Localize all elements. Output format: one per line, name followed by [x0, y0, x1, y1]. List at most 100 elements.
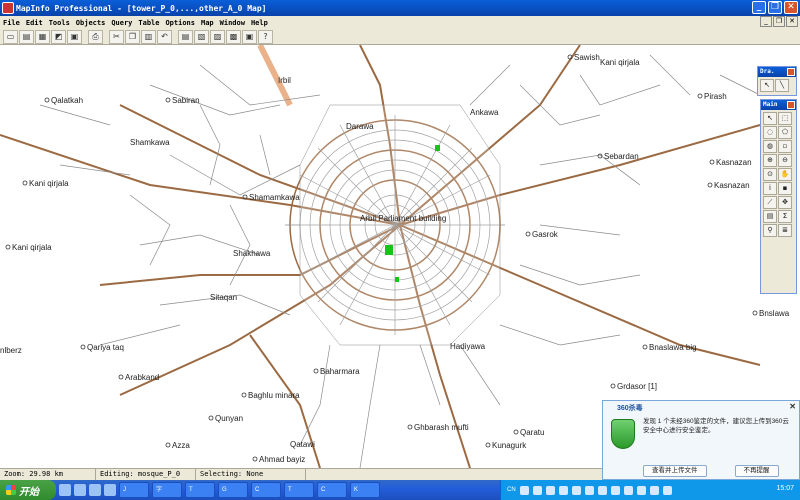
radius-select-icon[interactable]: ◌: [763, 126, 777, 139]
taskbar-button[interactable]: G: [218, 482, 248, 498]
taskbar-button[interactable]: T: [284, 482, 314, 498]
notification-title: 360杀毒: [617, 405, 643, 412]
tray-icon[interactable]: [532, 485, 542, 495]
drag-window-icon[interactable]: ✥: [778, 196, 792, 209]
city-point: [5, 244, 11, 250]
open-file-icon[interactable]: ▤: [19, 29, 34, 44]
label-icon[interactable]: ▪: [778, 182, 792, 195]
tray-icon[interactable]: [519, 485, 529, 495]
redistrict-icon[interactable]: ▣: [242, 29, 257, 44]
notification-close-button[interactable]: ✕: [789, 402, 796, 411]
menu-tools[interactable]: Tools: [46, 19, 73, 27]
mdi-minimize-button[interactable]: _: [760, 16, 772, 27]
selector-icon[interactable]: ↖: [760, 79, 774, 92]
tray-icon[interactable]: [545, 485, 555, 495]
undo-icon[interactable]: ↶: [157, 29, 172, 44]
unselect-all-icon[interactable]: ▫: [778, 140, 792, 153]
new-map-icon[interactable]: ▧: [194, 29, 209, 44]
mdi-restore-button[interactable]: ❐: [773, 16, 785, 27]
print-icon[interactable]: ⎙: [88, 29, 103, 44]
highway-road: [257, 45, 293, 107]
paste-icon[interactable]: ▥: [141, 29, 156, 44]
windows-taskbar: 开始 J 字 T G C T C K CN 15:07: [0, 480, 800, 500]
menu-objects[interactable]: Objects: [73, 19, 109, 27]
quicklaunch-icon[interactable]: [59, 484, 71, 496]
menu-edit[interactable]: Edit: [23, 19, 46, 27]
open-workspace-icon[interactable]: ▦: [35, 29, 50, 44]
start-button[interactable]: 开始: [0, 480, 56, 500]
taskbar-button[interactable]: C: [317, 482, 347, 498]
taskbar-button[interactable]: T: [185, 482, 215, 498]
layer-control-icon[interactable]: ≣: [778, 224, 792, 237]
zoom-out-icon[interactable]: ⊖: [778, 154, 792, 167]
taskbar-button[interactable]: 字: [152, 482, 182, 498]
clock[interactable]: 15:07: [776, 485, 794, 492]
main-palette[interactable]: Main ↖ ⬚ ◌ ⬠ ◍ ▫ ⊕ ⊖ ⊙ ✋ i ▪ ⟋ ✥ ▤ Σ ⚲ ≣: [760, 99, 797, 294]
main-palette-title[interactable]: Main: [761, 100, 796, 110]
menu-map[interactable]: Map: [198, 19, 217, 27]
new-browser-icon[interactable]: ▤: [178, 29, 193, 44]
tray-icon[interactable]: [584, 485, 594, 495]
selecting-status[interactable]: Selecting: None: [196, 469, 306, 480]
info-icon[interactable]: i: [763, 182, 777, 195]
zoom-status: Zoom: 29.98 km: [0, 469, 96, 480]
line-icon[interactable]: ╲: [775, 79, 789, 92]
cut-icon[interactable]: ✂: [109, 29, 124, 44]
tray-icon[interactable]: [636, 485, 646, 495]
quicklaunch-icon[interactable]: [104, 484, 116, 496]
minimize-button[interactable]: _: [752, 1, 766, 14]
mdi-close-button[interactable]: ✕: [786, 16, 798, 27]
park: [435, 145, 440, 151]
change-view-icon[interactable]: ⊙: [763, 168, 777, 181]
help-icon[interactable]: ?: [258, 29, 273, 44]
close-table-icon[interactable]: ◩: [51, 29, 66, 44]
close-button[interactable]: ✕: [784, 1, 798, 14]
quicklaunch-icon[interactable]: [89, 484, 101, 496]
tray-icon[interactable]: [558, 485, 568, 495]
place-label: Baghlu minara: [248, 391, 300, 400]
save-table-icon[interactable]: ▣: [67, 29, 82, 44]
hotlink-icon[interactable]: ⚲: [763, 224, 777, 237]
tray-icon[interactable]: [649, 485, 659, 495]
upload-file-button[interactable]: 查看并上传文件: [643, 465, 707, 477]
tray-icon[interactable]: [610, 485, 620, 495]
editing-status[interactable]: Editing: mosque_P_0: [96, 469, 196, 480]
menu-file[interactable]: File: [0, 19, 23, 27]
menu-table[interactable]: Table: [135, 19, 162, 27]
palette-close-button[interactable]: [787, 101, 795, 109]
taskbar-button[interactable]: C: [251, 482, 281, 498]
palette-close-button[interactable]: [787, 68, 795, 76]
ruler-icon[interactable]: ⟋: [763, 196, 777, 209]
select-icon[interactable]: ↖: [763, 112, 777, 125]
drawing-palette-title[interactable]: Dra.: [758, 67, 796, 77]
tray-icon[interactable]: [571, 485, 581, 495]
new-file-icon[interactable]: ▭: [3, 29, 18, 44]
notification-buttons: 查看并上传文件 不再提醒: [643, 465, 779, 477]
statistics-icon[interactable]: Σ: [778, 210, 792, 223]
new-graph-icon[interactable]: ▨: [210, 29, 225, 44]
menu-help[interactable]: Help: [248, 19, 271, 27]
language-indicator[interactable]: CN: [507, 487, 516, 493]
grabber-icon[interactable]: ✋: [778, 168, 792, 181]
new-layout-icon[interactable]: ▩: [226, 29, 241, 44]
city-point: [610, 383, 616, 389]
boundary-select-icon[interactable]: ◍: [763, 140, 777, 153]
maximize-button[interactable]: ❐: [768, 1, 782, 14]
legend-icon[interactable]: ▤: [763, 210, 777, 223]
tray-icon[interactable]: [662, 485, 672, 495]
place-label: Shakhawa: [233, 249, 271, 258]
drawing-palette[interactable]: Dra. ↖ ╲: [757, 66, 797, 96]
quicklaunch-icon[interactable]: [74, 484, 86, 496]
tray-icon[interactable]: [623, 485, 633, 495]
dont-remind-button[interactable]: 不再提醒: [734, 465, 779, 477]
menu-query[interactable]: Query: [108, 19, 135, 27]
tray-icon[interactable]: [597, 485, 607, 495]
menu-options[interactable]: Options: [162, 19, 198, 27]
polygon-select-icon[interactable]: ⬠: [778, 126, 792, 139]
menu-window[interactable]: Window: [217, 19, 248, 27]
copy-icon[interactable]: ❐: [125, 29, 140, 44]
zoom-in-icon[interactable]: ⊕: [763, 154, 777, 167]
taskbar-button[interactable]: K: [350, 482, 380, 498]
taskbar-button[interactable]: J: [119, 482, 149, 498]
marquee-select-icon[interactable]: ⬚: [778, 112, 792, 125]
